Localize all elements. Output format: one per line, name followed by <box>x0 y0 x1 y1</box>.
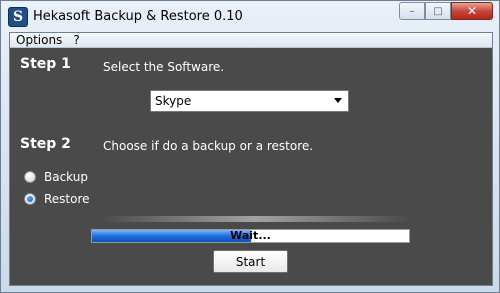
close-button[interactable]: ✕ <box>451 2 493 20</box>
minimize-button[interactable]: – <box>399 2 425 20</box>
backup-label: Backup <box>44 170 88 184</box>
start-button[interactable]: Start <box>213 250 288 273</box>
maximize-button[interactable]: □ <box>425 2 451 20</box>
chevron-down-icon <box>334 98 342 103</box>
app-window: S Hekasoft Backup & Restore 0.10 – □ ✕ O… <box>0 0 500 293</box>
step2-title: Step 2 <box>20 136 71 152</box>
step1-description: Select the Software. <box>103 60 225 74</box>
app-logo-icon: S <box>8 7 28 27</box>
divider <box>100 216 410 222</box>
title-bar[interactable]: S Hekasoft Backup & Restore 0.10 – □ ✕ <box>1 1 499 32</box>
restore-option[interactable]: Restore <box>24 192 90 206</box>
step2-description: Choose if do a backup or a restore. <box>103 139 314 153</box>
software-select[interactable]: Skype <box>150 90 349 112</box>
backup-option[interactable]: Backup <box>24 170 88 184</box>
software-select-value: Skype <box>155 94 192 108</box>
window-title: Hekasoft Backup & Restore 0.10 <box>33 9 243 24</box>
menu-bar: Options ? <box>10 33 492 48</box>
progress-bar: Wait... <box>91 229 410 243</box>
window-controls: – □ ✕ <box>399 2 493 20</box>
restore-label: Restore <box>44 192 90 206</box>
menu-options[interactable]: Options <box>10 33 67 48</box>
backup-radio[interactable] <box>24 171 36 183</box>
restore-radio[interactable] <box>24 193 36 205</box>
main-panel: Options ? Step 1 Select the Software. Sk… <box>9 32 493 286</box>
progress-text: Wait... <box>230 229 271 242</box>
menu-help[interactable]: ? <box>67 33 84 48</box>
step1-title: Step 1 <box>20 56 71 72</box>
